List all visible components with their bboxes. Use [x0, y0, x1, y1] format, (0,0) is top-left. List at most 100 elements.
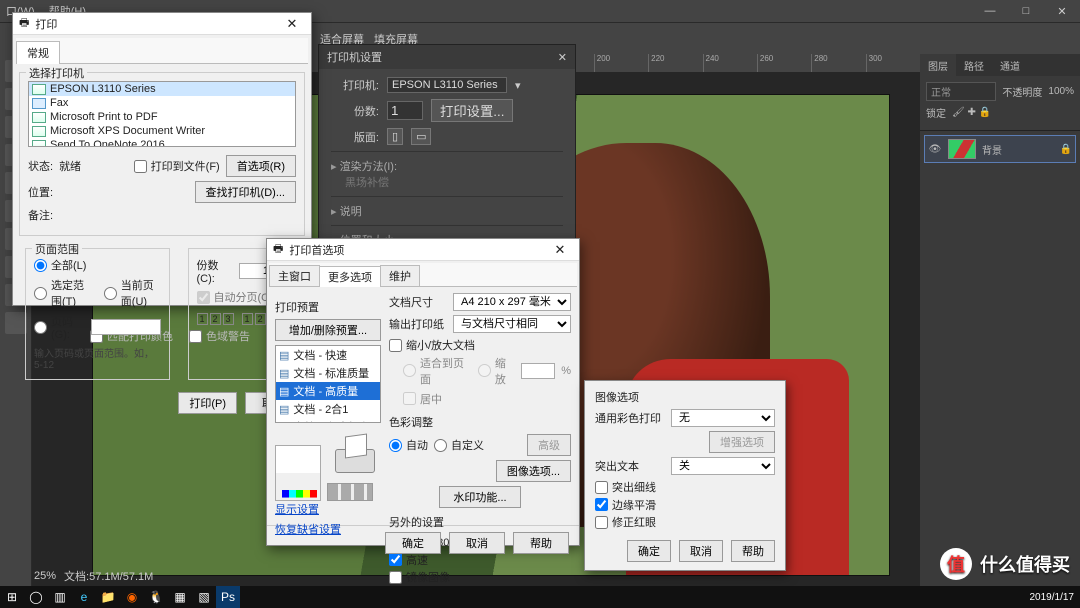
- print-to-file[interactable]: 打印到文件(F): [134, 158, 220, 174]
- quality-steps-icon: [327, 483, 373, 501]
- app-icon[interactable]: ◉: [120, 586, 144, 608]
- image-options-button[interactable]: 图像选项...: [496, 460, 571, 482]
- lock-label: 锁定: [926, 105, 946, 120]
- app2-icon[interactable]: ▦: [168, 586, 192, 608]
- printer-list[interactable]: EPSON L3110 SeriesFaxMicrosoft Print to …: [28, 81, 296, 147]
- taskview-icon[interactable]: ▥: [48, 586, 72, 608]
- preset-list[interactable]: ▤文档 - 快速▤文档 - 标准质量▤文档 - 高质量▤文档 - 2合1▤文档 …: [275, 345, 381, 423]
- radio-selection[interactable]: [34, 287, 47, 300]
- emph-text-select[interactable]: 关: [671, 457, 775, 475]
- tab-channels[interactable]: 通道: [992, 54, 1028, 76]
- chk-reduce-enlarge[interactable]: [389, 339, 402, 352]
- window-restore-icon[interactable]: □: [1008, 0, 1044, 22]
- qq-icon[interactable]: 🐧: [144, 586, 168, 608]
- chk-mirror[interactable]: [389, 571, 402, 584]
- cancel-button[interactable]: 取消: [679, 540, 723, 562]
- tab-paths[interactable]: 路径: [956, 54, 992, 76]
- chevron-down-icon[interactable]: ▾: [515, 79, 521, 92]
- preset-list-item[interactable]: ▤文档 - 2合1: [276, 400, 380, 418]
- printer-list-item[interactable]: EPSON L3110 Series: [29, 82, 295, 96]
- copies-label: 份数:: [331, 103, 379, 119]
- printer-list-item[interactable]: Microsoft Print to PDF: [29, 110, 295, 124]
- layer-row[interactable]: 👁 背景 🔒: [924, 135, 1076, 163]
- chk-redeye[interactable]: [595, 516, 608, 529]
- edge-icon[interactable]: e: [72, 586, 96, 608]
- pages-input[interactable]: [91, 319, 161, 335]
- printer-list-item[interactable]: Microsoft XPS Document Writer: [29, 124, 295, 138]
- document-icon: ▤: [279, 385, 289, 398]
- ok-button[interactable]: 确定: [627, 540, 671, 562]
- ps-panels: 图层 路径 通道 正常 不透明度 100% 锁定 🖌 ✚ 🔒 👁 背景 🔒: [920, 54, 1080, 586]
- radio-color-auto[interactable]: [389, 439, 402, 452]
- radio-all[interactable]: [34, 259, 47, 272]
- radio-pages[interactable]: [34, 321, 47, 334]
- close-icon[interactable]: ✕: [279, 14, 305, 34]
- tab-maintenance[interactable]: 维护: [380, 265, 420, 286]
- doc-size-label: 文档尺寸: [389, 294, 447, 310]
- radio-color-custom[interactable]: [434, 439, 447, 452]
- printer-list-item[interactable]: Send To OneNote 2016: [29, 138, 295, 147]
- explorer-icon[interactable]: 📁: [96, 586, 120, 608]
- tab-layers[interactable]: 图层: [920, 54, 956, 76]
- restore-defaults-link[interactable]: 恢复缺省设置: [275, 521, 381, 537]
- print-dialog-title: 打印: [35, 16, 57, 32]
- prefs-titlebar[interactable]: 🖶 打印首选项 ✕: [267, 239, 579, 261]
- start-button-icon[interactable]: ⊞: [0, 586, 24, 608]
- group-select-printer: 选择打印机: [26, 65, 87, 81]
- doc-size-select[interactable]: A4 210 x 297 毫米: [453, 293, 571, 311]
- help-button[interactable]: 帮助: [731, 540, 775, 562]
- lock-icons[interactable]: 🖌 ✚ 🔒: [952, 107, 991, 118]
- copies-input[interactable]: [387, 101, 423, 120]
- app3-icon[interactable]: ▧: [192, 586, 216, 608]
- printer-select[interactable]: EPSON L3110 Series: [387, 77, 507, 93]
- universal-color-label: 通用彩色打印: [595, 410, 665, 426]
- desc-section[interactable]: 说明: [331, 196, 563, 219]
- cancel-button[interactable]: 取消: [449, 532, 505, 554]
- ok-button[interactable]: 确定: [385, 532, 441, 554]
- black-point-label: 黑场补偿: [331, 174, 563, 190]
- zoom-level[interactable]: 25%: [34, 570, 56, 582]
- tab-more-options[interactable]: 更多选项: [319, 266, 381, 287]
- print-dialog-titlebar[interactable]: 🖶 打印 ✕: [13, 13, 311, 35]
- chk-center: [403, 392, 416, 405]
- cortana-icon[interactable]: ◯: [24, 586, 48, 608]
- close-icon[interactable]: ✕: [558, 51, 567, 64]
- printer-list-item[interactable]: Fax: [29, 96, 295, 110]
- photoshop-taskbar-icon[interactable]: Ps: [216, 586, 240, 608]
- eye-icon[interactable]: 👁: [928, 142, 942, 156]
- preset-list-item[interactable]: ▤文档 - 快速: [276, 346, 380, 364]
- tab-general[interactable]: 常规: [16, 41, 60, 64]
- radio-current[interactable]: [104, 287, 117, 300]
- center-label: 居中: [420, 391, 442, 407]
- add-remove-preset-button[interactable]: 增加/删除预置...: [275, 319, 381, 341]
- status-value: 就绪: [59, 158, 81, 174]
- print-button[interactable]: 打印(P): [178, 392, 237, 414]
- close-icon[interactable]: ✕: [547, 240, 573, 260]
- window-minimize-icon[interactable]: —: [972, 0, 1008, 22]
- universal-color-select[interactable]: 无: [671, 409, 775, 427]
- preset-list-item[interactable]: ▤文档 - 高质量: [276, 382, 380, 400]
- preferences-button[interactable]: 首选项(R): [226, 155, 296, 177]
- find-printer-button[interactable]: 查找打印机(D)...: [195, 181, 296, 203]
- chk-emph-thin[interactable]: [595, 481, 608, 494]
- taskbar-clock[interactable]: 2019/1/17: [1030, 592, 1075, 603]
- document-icon: ▤: [279, 367, 289, 380]
- blend-mode-select[interactable]: 正常: [926, 82, 996, 101]
- watermark-button[interactable]: 水印功能...: [439, 486, 521, 508]
- show-settings-link[interactable]: 显示设置: [275, 501, 381, 517]
- window-close-icon[interactable]: ✕: [1044, 0, 1080, 22]
- orientation-portrait-icon[interactable]: ▯: [387, 128, 403, 145]
- chk-high-speed[interactable]: [389, 553, 402, 566]
- help-button[interactable]: 帮助: [513, 532, 569, 554]
- preset-list-item[interactable]: ▤文档 - 高速灰度: [276, 418, 380, 423]
- print-settings-button[interactable]: 打印设置...: [431, 99, 513, 122]
- opacity-value[interactable]: 100%: [1048, 86, 1074, 97]
- orientation-landscape-icon[interactable]: ▭: [411, 128, 431, 145]
- color-header: 色彩调整: [389, 414, 571, 430]
- chk-edge-smooth[interactable]: [595, 498, 608, 511]
- tab-main[interactable]: 主窗口: [269, 265, 320, 286]
- preset-list-item[interactable]: ▤文档 - 标准质量: [276, 364, 380, 382]
- output-paper-select[interactable]: 与文档尺寸相同: [453, 315, 571, 333]
- render-section[interactable]: 渲染方法(I):: [331, 151, 563, 174]
- opacity-label: 不透明度: [1002, 84, 1042, 99]
